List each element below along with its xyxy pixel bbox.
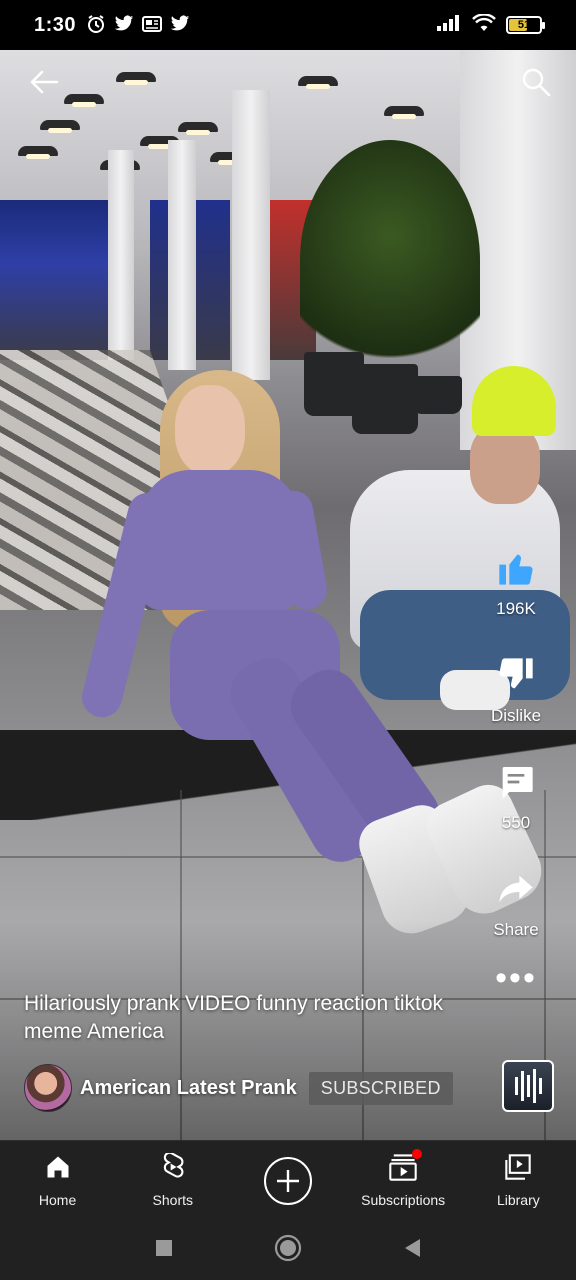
twitter-icon xyxy=(170,15,190,36)
comment-count: 550 xyxy=(501,813,531,832)
dislike-button[interactable]: Dislike xyxy=(491,655,541,726)
more-options-button[interactable]: ••• xyxy=(495,961,537,995)
signal-icon xyxy=(436,14,462,37)
subscriptions-icon xyxy=(388,1149,423,1186)
nav-create[interactable] xyxy=(233,1156,343,1205)
person-torso xyxy=(140,470,300,610)
shorts-icon xyxy=(159,1151,187,1186)
share-label: Share xyxy=(493,920,539,939)
create-plus-icon xyxy=(263,1156,312,1205)
library-icon xyxy=(504,1153,532,1186)
status-system-icons: 51 xyxy=(436,12,545,37)
nav-subscriptions[interactable]: Subscriptions xyxy=(348,1149,458,1208)
store-sign-left xyxy=(0,200,110,360)
nav-home-label: Home xyxy=(38,1192,77,1208)
home-icon xyxy=(44,1153,72,1186)
twitter-icon xyxy=(114,15,134,36)
nav-library-label: Library xyxy=(496,1192,540,1208)
ceiling-lamp xyxy=(384,106,424,119)
status-bar: 1:30 51 xyxy=(0,0,576,50)
video-title[interactable]: Hilariously prank VIDEO funny reaction t… xyxy=(24,990,464,1046)
status-notification-icons xyxy=(86,14,190,37)
shorts-action-column: 196K Dislike 550 Share ••• xyxy=(470,548,562,1024)
like-count: 196K xyxy=(496,599,536,618)
notification-dot xyxy=(412,1149,423,1159)
alarm-icon xyxy=(86,14,106,37)
mall-pillar xyxy=(232,90,270,380)
news-icon xyxy=(142,15,163,36)
thumbs-down-icon xyxy=(496,655,536,700)
ceiling-lamp xyxy=(18,146,58,159)
share-arrow-icon xyxy=(496,869,536,914)
home-circle-icon[interactable] xyxy=(274,1234,302,1267)
share-button[interactable]: Share xyxy=(493,869,539,940)
recent-apps-icon[interactable] xyxy=(154,1238,174,1263)
channel-avatar[interactable] xyxy=(24,1064,72,1112)
nav-library[interactable]: Library xyxy=(463,1153,573,1208)
plant-pot xyxy=(352,364,418,434)
bottom-navigation: Home Shorts Subscriptions Library xyxy=(0,1140,576,1220)
status-time: 1:30 xyxy=(34,13,77,36)
back-triangle-icon[interactable] xyxy=(402,1237,422,1264)
nav-subscriptions-label: Subscriptions xyxy=(361,1192,446,1208)
person-face xyxy=(470,424,540,504)
ceiling-lamp xyxy=(178,122,218,135)
nav-shorts[interactable]: Shorts xyxy=(118,1151,228,1208)
more-dots-icon: ••• xyxy=(495,959,537,997)
like-button[interactable]: 196K xyxy=(496,548,536,619)
sound-thumbnail[interactable] xyxy=(502,1060,554,1112)
battery-level: 51 xyxy=(517,19,531,31)
battery-icon: 51 xyxy=(506,16,545,34)
shorts-top-bar xyxy=(0,64,576,100)
ceiling-lamp xyxy=(40,120,80,133)
plant-pot xyxy=(412,376,462,414)
person-face xyxy=(175,385,245,475)
dislike-label: Dislike xyxy=(490,706,542,725)
comment-icon xyxy=(496,762,536,807)
mall-pillar xyxy=(168,140,196,370)
nav-shorts-label: Shorts xyxy=(152,1192,194,1208)
channel-name[interactable]: American Latest Prank xyxy=(80,1077,297,1100)
channel-row: American Latest Prank SUBSCRIBED xyxy=(24,1064,453,1112)
mall-pillar xyxy=(108,150,134,360)
wifi-icon xyxy=(472,12,496,37)
comments-button[interactable]: 550 xyxy=(496,762,536,833)
potted-plant xyxy=(300,140,480,380)
back-arrow-icon[interactable] xyxy=(26,64,62,100)
nav-home[interactable]: Home xyxy=(3,1153,113,1208)
system-navigation-bar xyxy=(0,1220,576,1280)
search-icon[interactable] xyxy=(518,64,554,100)
thumbs-up-icon xyxy=(496,548,536,593)
subscribed-button[interactable]: SUBSCRIBED xyxy=(308,1071,453,1105)
